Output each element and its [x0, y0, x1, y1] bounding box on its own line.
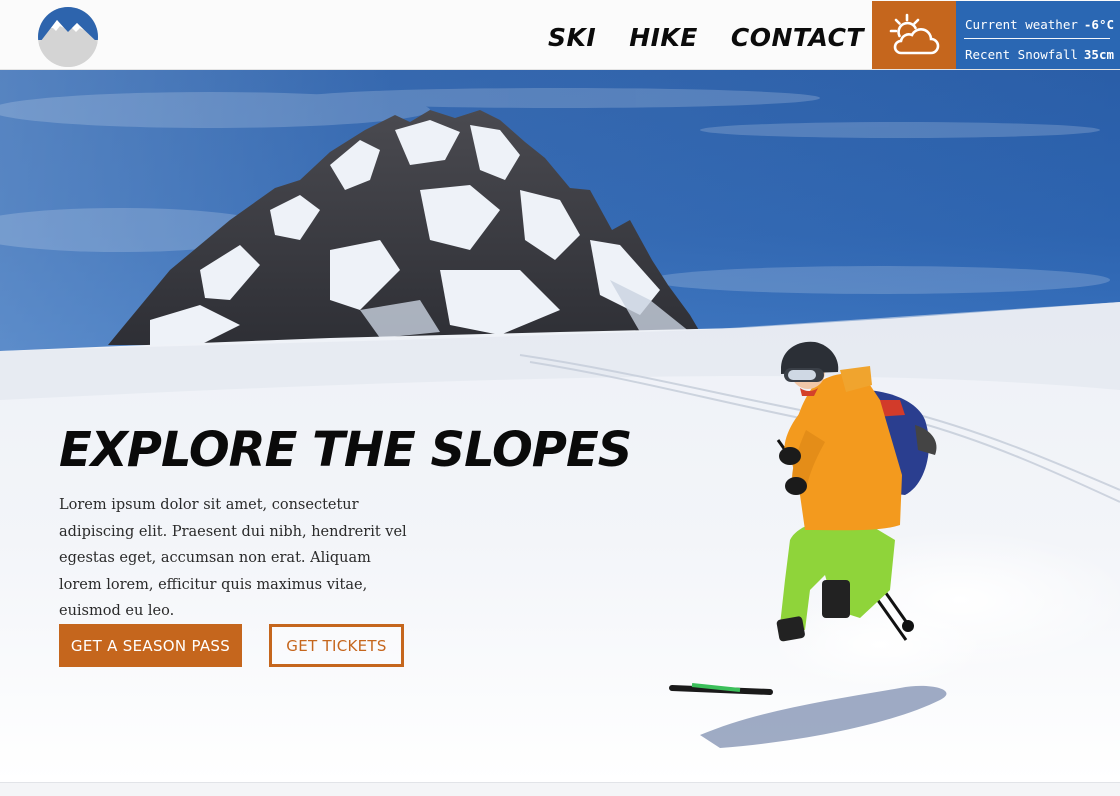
hero-title: EXPLORE THE SLOPES: [59, 422, 632, 478]
partly-sunny-cloud-icon: [889, 13, 940, 55]
bottom-edge: [0, 782, 1120, 796]
page: SKI HIKE CONTACT Current weather -6°C Re…: [0, 0, 1120, 796]
get-season-pass-button[interactable]: GET A SEASON PASS: [59, 624, 242, 667]
site-header: SKI HIKE CONTACT Current weather -6°C Re…: [0, 0, 1120, 70]
hero-section: EXPLORE THE SLOPES Lorem ipsum dolor sit…: [0, 70, 1120, 782]
recent-snowfall-label: Recent Snowfall: [965, 47, 1078, 62]
hero-description: Lorem ipsum dolor sit amet, consectetur …: [59, 497, 407, 619]
nav-link-contact[interactable]: CONTACT: [731, 22, 864, 54]
recent-snowfall-row: Recent Snowfall 35cm: [965, 47, 1114, 62]
current-weather-label: Current weather: [965, 17, 1078, 32]
mountain-logo-icon[interactable]: [37, 6, 99, 68]
nav-link-ski[interactable]: SKI: [548, 22, 596, 54]
recent-snowfall-value: 35cm: [1083, 47, 1114, 62]
weather-panel: Current weather -6°C Recent Snowfall 35c…: [956, 1, 1120, 69]
nav-link-hike[interactable]: HIKE: [629, 22, 698, 54]
main-nav: SKI HIKE CONTACT: [548, 22, 864, 54]
weather-icon-box: [872, 1, 956, 69]
current-weather-value: -6°C: [1083, 17, 1114, 32]
weather-divider: [964, 38, 1110, 39]
get-tickets-button[interactable]: GET TICKETS: [269, 624, 404, 667]
current-weather-row: Current weather -6°C: [965, 17, 1114, 32]
